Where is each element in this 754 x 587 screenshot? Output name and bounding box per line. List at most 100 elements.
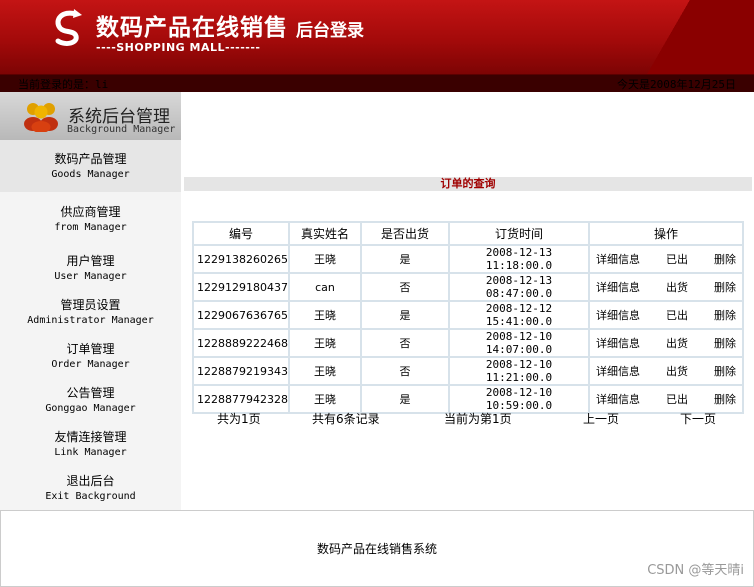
customer-name: can (287, 272, 362, 302)
column-header: 操作 (587, 221, 745, 246)
menu-label-en: Gonggao Manager (45, 403, 136, 414)
row-actions: 详细信息 已出 删除 (587, 244, 745, 274)
menu-label-en: Order Manager (51, 359, 130, 370)
today-date-text: 今天是2008年12月25日 (617, 78, 736, 91)
delete-link[interactable]: 删除 (714, 335, 736, 351)
customer-name: 王晓 (287, 300, 362, 330)
delete-link[interactable]: 删除 (714, 363, 736, 379)
customer-name: 王晓 (287, 328, 362, 358)
order-time: 2008-12-12 15:41:00.0 (447, 300, 590, 330)
order-code: 1228877942328 (192, 384, 290, 414)
order-time: 2008-12-10 10:59:00.0 (447, 384, 590, 414)
order-code: 1228889222468 (192, 328, 290, 358)
table-row: 1228889222468 王晓否 2008-12-10 14:07:00.0 详细信… (192, 328, 745, 358)
current-page-text: 当前为第1页 (444, 412, 512, 426)
customer-name: 王晓 (287, 384, 362, 414)
order-code: 1229138260265 (192, 244, 290, 274)
menu-label-en: Administrator Manager (27, 315, 154, 326)
menu-label-en: User Manager (54, 271, 127, 282)
sidebar-item-goods[interactable]: 数码产品管理 Goods Manager (0, 140, 181, 192)
shipped-status: 否 (359, 328, 450, 358)
table-row: 1229067636765 王晓是 2008-12-12 15:41:00.0 详细信… (192, 300, 745, 330)
delete-link[interactable]: 删除 (714, 391, 736, 407)
detail-link[interactable]: 详细信息 (596, 307, 640, 323)
menu-label-en: Link Manager (54, 447, 127, 458)
order-code: 1228879219343 (192, 356, 290, 386)
sidebar-item-links[interactable]: 友情连接管理 Link Manager (0, 428, 181, 458)
users-icon (24, 103, 58, 132)
login-user-text: 当前登录的是：li (18, 78, 109, 91)
sidebar-header: 系统后台管理 Background Manager (0, 92, 181, 140)
order-code: 1229129180437 (192, 272, 290, 302)
delete-link[interactable]: 删除 (714, 307, 736, 323)
table-row: 1228879219343 王晓否 2008-12-10 11:21:00.0 详细信… (192, 356, 745, 386)
ship-action-link[interactable]: 出货 (666, 335, 688, 351)
info-bar: 当前登录的是：li 今天是2008年12月25日 (0, 74, 754, 92)
customer-name: 王晓 (287, 244, 362, 274)
order-time: 2008-12-10 14:07:00.0 (447, 328, 590, 358)
detail-link[interactable]: 详细信息 (596, 391, 640, 407)
row-actions: 详细信息 出货 删除 (587, 328, 745, 358)
row-actions: 详细信息 出货 删除 (587, 356, 745, 386)
sidebar-title-en: Background Manager (67, 124, 176, 135)
detail-link[interactable]: 详细信息 (596, 279, 640, 295)
column-header: 是否出货 (359, 221, 450, 246)
sidebar-item-notices[interactable]: 公告管理 Gonggao Manager (0, 384, 181, 414)
total-records-text: 共有6条记录 (312, 412, 380, 426)
column-header: 编号 (192, 221, 290, 246)
column-header: 订货时间 (447, 221, 590, 246)
logo-icon (55, 9, 82, 46)
footer: 数码产品在线销售系统 (0, 510, 754, 587)
menu-label: 订单管理 (66, 342, 115, 356)
ship-action-link[interactable]: 已出 (666, 307, 688, 323)
shipped-status: 是 (359, 384, 450, 414)
menu-label: 管理员设置 (60, 298, 121, 312)
detail-link[interactable]: 详细信息 (596, 251, 640, 267)
customer-name: 王晓 (287, 356, 362, 386)
table-row: 1228877942328 王晓是 2008-12-10 10:59:00.0 详细信… (192, 384, 745, 414)
ship-action-link[interactable]: 出货 (666, 363, 688, 379)
table-row: 1229138260265 王晓是 2008-12-13 11:18:00.0 详细信… (192, 244, 745, 274)
menu-label: 数码产品管理 (54, 152, 127, 166)
orders-table: 编号 真实姓名 是否出货 订货时间 操作 1229138260265 王晓是 200… (192, 221, 745, 414)
sidebar-item-users[interactable]: 用户管理 User Manager (0, 252, 181, 282)
menu-label: 用户管理 (66, 254, 115, 268)
ship-action-link[interactable]: 已出 (666, 251, 688, 267)
total-pages-text: 共为1页 (217, 412, 261, 426)
shipped-status: 否 (359, 272, 450, 302)
menu-label-en: Goods Manager (51, 169, 130, 180)
watermark: CSDN @等天晴i (647, 563, 744, 578)
detail-link[interactable]: 详细信息 (596, 363, 640, 379)
menu-label-en: from Manager (54, 222, 127, 233)
menu-label: 供应商管理 (60, 205, 121, 219)
sidebar: 系统后台管理 Background Manager 数码产品管理 Goods M… (0, 92, 181, 510)
ship-action-link[interactable]: 已出 (666, 391, 688, 407)
order-time: 2008-12-13 08:47:00.0 (447, 272, 590, 302)
sidebar-item-supplier[interactable]: 供应商管理 from Manager (0, 203, 181, 233)
row-actions: 详细信息 已出 删除 (587, 300, 745, 330)
site-subtitle: 后台登录 (296, 21, 364, 41)
prev-page-link[interactable]: 上一页 (583, 410, 619, 427)
table-row: 1229129180437 can 否 2008-12-13 08:47:00.0 详细… (192, 272, 745, 302)
shipped-status: 是 (359, 300, 450, 330)
delete-link[interactable]: 删除 (714, 279, 736, 295)
next-page-link[interactable]: 下一页 (680, 410, 716, 427)
sidebar-item-orders[interactable]: 订单管理 Order Manager (0, 340, 181, 370)
menu-label: 退出后台 (66, 474, 115, 488)
delete-link[interactable]: 删除 (714, 251, 736, 267)
sidebar-item-admin[interactable]: 管理员设置 Administrator Manager (0, 296, 181, 326)
footer-text: 数码产品在线销售系统 (316, 542, 437, 556)
menu-label: 公告管理 (66, 386, 115, 400)
ship-action-link[interactable]: 出货 (666, 279, 688, 295)
sidebar-item-exit[interactable]: 退出后台 Exit Background (0, 472, 181, 502)
order-time: 2008-12-10 11:21:00.0 (447, 356, 590, 386)
site-title: 数码产品在线销售 (96, 15, 288, 41)
section-title: 订单的查询 (184, 177, 752, 191)
detail-link[interactable]: 详细信息 (596, 335, 640, 351)
table-header-row: 编号 真实姓名 是否出货 订货时间 操作 (192, 221, 745, 246)
row-actions: 详细信息 已出 删除 (587, 384, 745, 414)
site-english-name: ----SHOPPING MALL------- (96, 41, 261, 54)
order-code: 1229067636765 (192, 300, 290, 330)
column-header: 真实姓名 (287, 221, 362, 246)
shipped-status: 否 (359, 356, 450, 386)
